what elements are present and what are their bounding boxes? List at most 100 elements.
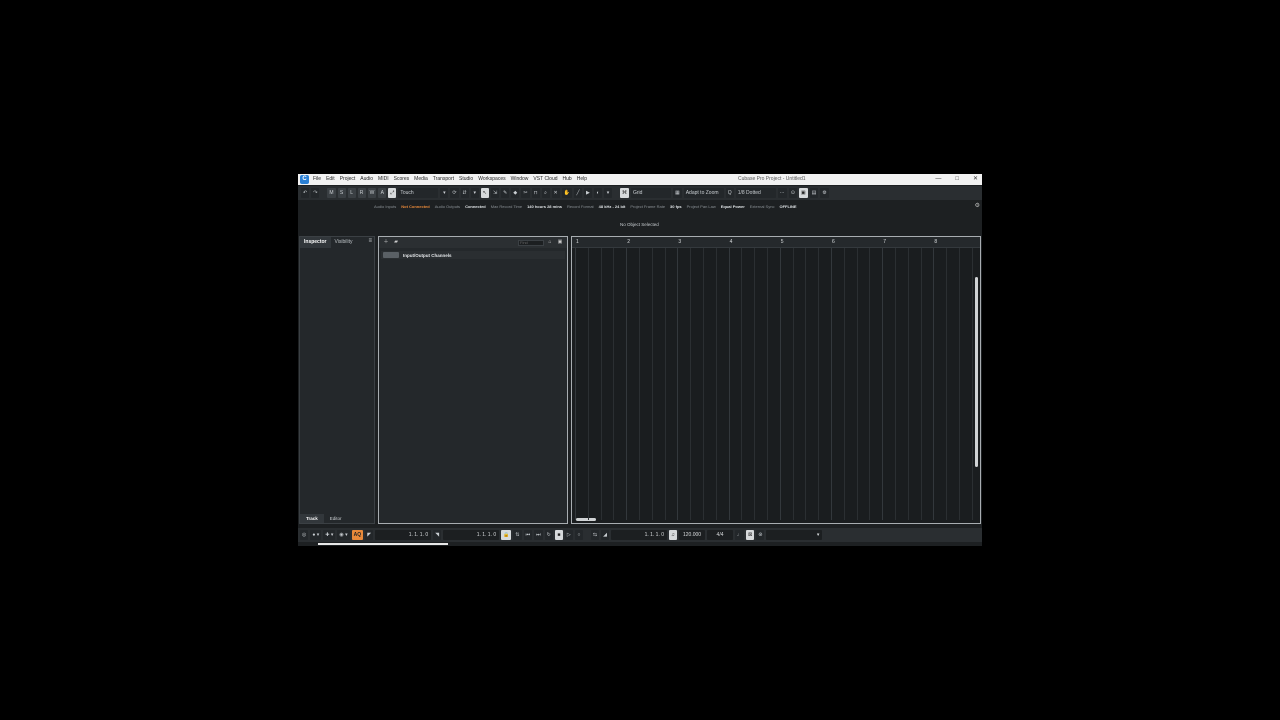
- play-button[interactable]: ▷: [564, 530, 573, 540]
- a-button[interactable]: A: [378, 188, 387, 198]
- right-locator-icon[interactable]: ◥: [433, 530, 442, 540]
- cycle-icon[interactable]: ↻: [544, 530, 553, 540]
- record-mode-icon[interactable]: ● ▾: [310, 530, 322, 540]
- punch-icon[interactable]: ✚ ▾: [323, 530, 336, 540]
- eraser-icon[interactable]: ◆: [511, 188, 520, 198]
- visibility-icon[interactable]: ▣: [556, 239, 564, 246]
- settings-icon[interactable]: ⚙: [820, 188, 829, 198]
- menu-window[interactable]: Window: [511, 174, 529, 185]
- menu-transport[interactable]: Transport: [433, 174, 454, 185]
- menu-vst-cloud[interactable]: VST Cloud: [533, 174, 557, 185]
- undo-icon[interactable]: ↶: [301, 188, 310, 198]
- list-item[interactable]: Input/Output Channels: [381, 251, 565, 259]
- add-track-icon[interactable]: ＋: [382, 239, 390, 246]
- project-window-event-display[interactable]: 1 2 3 4 5 6 7 8: [571, 236, 981, 524]
- read-automation-button[interactable]: R: [357, 188, 366, 198]
- close-icon[interactable]: ✕: [973, 174, 978, 185]
- status-value[interactable]: 48 kHz - 24 bit: [599, 203, 626, 210]
- layout-icon[interactable]: ▣: [798, 188, 808, 198]
- zoom-icon[interactable]: ⌕: [541, 188, 550, 198]
- auto-quantize-button[interactable]: AQ: [351, 530, 364, 540]
- automation-mode-select[interactable]: Touch: [398, 188, 439, 198]
- tempo-track-icon[interactable]: ♫: [669, 530, 678, 540]
- menu-edit[interactable]: Edit: [326, 174, 335, 185]
- tab-editor[interactable]: Editor: [324, 514, 348, 523]
- menu-icon[interactable]: ≡: [368, 238, 372, 244]
- mute-button[interactable]: M: [327, 188, 336, 198]
- right-locator-display[interactable]: 1. 1. 1. 0: [443, 530, 500, 540]
- nudge-icon[interactable]: ⇵: [460, 188, 469, 198]
- marker-display[interactable]: ▾: [766, 530, 823, 540]
- pencil-icon[interactable]: ✎: [501, 188, 510, 198]
- listen-button[interactable]: L: [347, 188, 356, 198]
- tempo-display[interactable]: 120.000: [679, 530, 706, 540]
- ruler[interactable]: 1 2 3 4 5 6 7 8: [572, 237, 980, 248]
- grid-icon[interactable]: ▦: [672, 188, 682, 198]
- range-tool-icon[interactable]: ⇲: [490, 188, 500, 198]
- status-value[interactable]: Connected: [465, 203, 486, 210]
- menu-audio[interactable]: Audio: [360, 174, 373, 185]
- find-track-input[interactable]: Find: [518, 239, 544, 246]
- signature-display[interactable]: 4/4: [707, 530, 734, 540]
- menu-studio[interactable]: Studio: [459, 174, 473, 185]
- punch-in-icon[interactable]: ⇆: [590, 530, 600, 540]
- tab-track[interactable]: Track: [300, 514, 324, 523]
- redo-icon[interactable]: ↷: [311, 188, 320, 198]
- line-tool-icon[interactable]: ╱: [573, 188, 582, 198]
- menu-workspaces[interactable]: Workspaces: [478, 174, 505, 185]
- minimize-icon[interactable]: —: [935, 174, 941, 185]
- split-icon[interactable]: ✂: [521, 188, 530, 198]
- primary-time-display[interactable]: 1. 1. 1. 0: [611, 530, 668, 540]
- go-to-start-icon[interactable]: ⏮: [523, 530, 533, 540]
- status-value[interactable]: Equal Power: [721, 203, 745, 210]
- status-value[interactable]: Not Connected: [401, 203, 429, 210]
- menu-help[interactable]: Help: [577, 174, 587, 185]
- folder-icon[interactable]: ▰: [392, 239, 400, 246]
- vertical-scrollbar[interactable]: [975, 277, 978, 467]
- gear-icon[interactable]: ⚙: [975, 202, 980, 209]
- status-value[interactable]: 140 hours 28 mins: [527, 203, 562, 210]
- sync-icon[interactable]: ⟳: [450, 188, 459, 198]
- automation-icon[interactable]: ⤢: [388, 188, 397, 198]
- menu-midi[interactable]: MIDI: [378, 174, 389, 185]
- menu-media[interactable]: Media: [414, 174, 428, 185]
- chevron-down-icon[interactable]: ▾: [440, 188, 449, 198]
- marker-icon[interactable]: ⇅: [513, 530, 522, 540]
- grid-mode-select[interactable]: Adapt to Zoom: [683, 188, 724, 198]
- quantize-select[interactable]: 1/8 Dotted: [735, 188, 776, 198]
- menu-hub[interactable]: Hub: [563, 174, 572, 185]
- click-icon[interactable]: ⊠: [746, 530, 755, 540]
- left-locator-display[interactable]: 1. 1. 1. 0: [375, 530, 432, 540]
- quantize-options-icon[interactable]: ⋯: [777, 188, 787, 198]
- mute-tool-icon[interactable]: ✕: [551, 188, 560, 198]
- object-selection-icon[interactable]: ↖: [480, 188, 489, 198]
- horizontal-scrollbar[interactable]: [576, 518, 596, 521]
- go-to-end-icon[interactable]: ⏭: [534, 530, 543, 540]
- solo-button[interactable]: S: [337, 188, 346, 198]
- menu-project[interactable]: Project: [340, 174, 356, 185]
- quantize-icon[interactable]: Q: [725, 188, 734, 198]
- menu-scores[interactable]: Scores: [394, 174, 410, 185]
- chevron-down-icon[interactable]: ▾: [470, 188, 479, 198]
- write-automation-button[interactable]: W: [367, 188, 377, 198]
- lock-icon[interactable]: 🔒: [501, 530, 512, 540]
- snap-icon[interactable]: ⌘: [619, 188, 629, 198]
- metronome-icon[interactable]: ♩: [735, 530, 745, 540]
- color-tool-icon[interactable]: ◐: [593, 188, 602, 198]
- tab-visibility[interactable]: Visibility: [331, 237, 357, 248]
- activity-icon[interactable]: ◎: [300, 530, 309, 540]
- lock-icon[interactable]: ⊙: [788, 188, 797, 198]
- chevron-down-icon[interactable]: ▾: [603, 188, 612, 198]
- tab-inspector[interactable]: Inspector: [300, 237, 331, 248]
- precount-icon[interactable]: ⊛: [756, 530, 765, 540]
- stop-button[interactable]: ■: [554, 530, 563, 540]
- record-button[interactable]: ○: [574, 530, 583, 540]
- home-icon[interactable]: ⌂: [546, 239, 554, 246]
- play-tool-icon[interactable]: ▶: [583, 188, 592, 198]
- glue-icon[interactable]: ⊓: [531, 188, 540, 198]
- snap-type-select[interactable]: Grid: [630, 188, 671, 198]
- left-locator-icon[interactable]: ◤: [365, 530, 374, 540]
- status-value[interactable]: OFFLINE: [779, 203, 796, 210]
- maximize-icon[interactable]: □: [955, 174, 959, 185]
- window-zones-icon[interactable]: ▤: [809, 188, 819, 198]
